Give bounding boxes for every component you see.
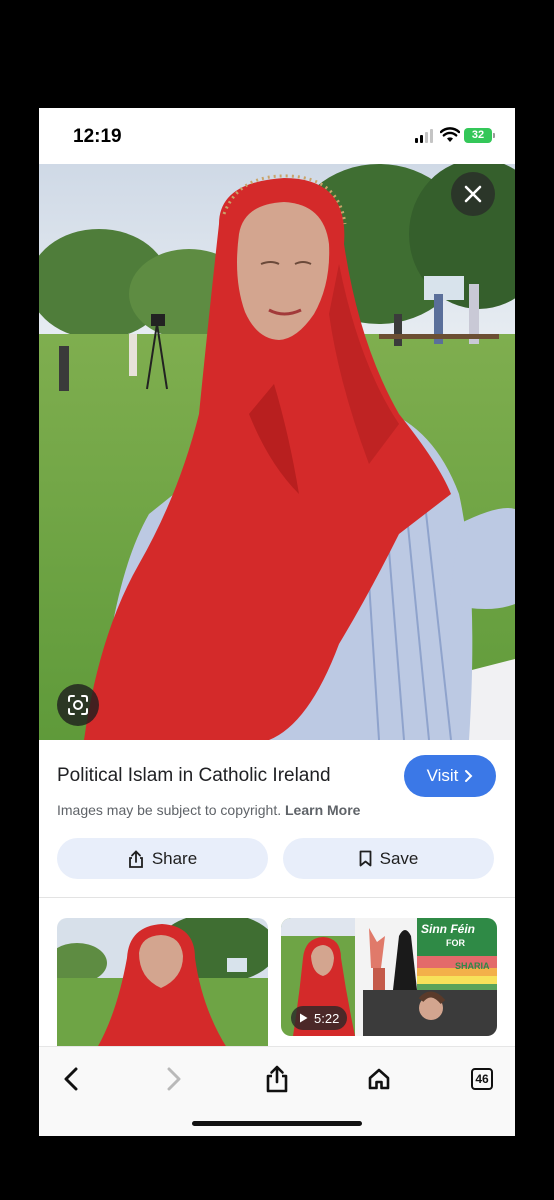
video-duration-badge: 5:22 [291, 1006, 348, 1030]
status-time: 12:19 [73, 126, 122, 147]
copyright-notice: Images may be subject to copyright. Lear… [57, 802, 360, 818]
signal-icon [415, 129, 435, 143]
browser-toolbar: 46 [39, 1046, 515, 1136]
visit-label: Visit [426, 766, 459, 785]
close-icon [464, 185, 482, 203]
share-label: Share [151, 848, 198, 868]
chevron-left-icon [64, 1067, 78, 1091]
home-indicator [192, 1121, 362, 1126]
video-sign-for: FOR [443, 938, 468, 948]
tabs-count: 46 [471, 1068, 493, 1090]
phone-screen: 12:19 32 Political Islam in Catholic Ire… [39, 108, 515, 1136]
back-button[interactable] [53, 1061, 89, 1097]
battery-indicator: 32 [464, 128, 492, 143]
chevron-right-icon [465, 770, 473, 782]
bookmark-icon [359, 850, 372, 867]
lens-icon [68, 695, 88, 715]
copyright-text: Images may be subject to copyright. [57, 802, 282, 818]
hero-image[interactable] [39, 164, 515, 740]
divider [39, 897, 515, 898]
home-icon [368, 1068, 390, 1090]
video-sign-sharia: SHARIA [455, 961, 490, 971]
status-bar: 12:19 32 [39, 108, 515, 164]
visit-button[interactable]: Visit [404, 755, 496, 797]
share-icon [128, 849, 143, 868]
learn-more-link[interactable]: Learn More [285, 802, 360, 818]
save-button[interactable]: Save [283, 838, 494, 879]
related-image-thumbnail[interactable] [57, 918, 268, 1048]
save-label: Save [379, 848, 419, 868]
share-button[interactable]: Share [57, 838, 268, 879]
wifi-icon [440, 127, 460, 142]
play-icon [300, 1013, 308, 1023]
video-banner-text: Sinn Féin [421, 922, 475, 936]
hero-photo [39, 164, 515, 740]
tabs-button[interactable]: 46 [464, 1061, 500, 1097]
home-button[interactable] [361, 1061, 397, 1097]
share-icon [266, 1065, 288, 1093]
chevron-right-icon [167, 1067, 181, 1091]
related-video-thumbnail[interactable]: Sinn Féin FOR SHARIA 5:22 [281, 918, 497, 1036]
share-page-button[interactable] [259, 1061, 295, 1097]
lens-button[interactable] [57, 684, 99, 726]
thumbnail-photo [57, 918, 268, 1048]
video-duration: 5:22 [314, 1010, 340, 1026]
battery-cap [493, 133, 495, 138]
forward-button[interactable] [156, 1061, 192, 1097]
close-button[interactable] [451, 172, 495, 216]
result-title[interactable]: Political Islam in Catholic Ireland [57, 765, 331, 787]
